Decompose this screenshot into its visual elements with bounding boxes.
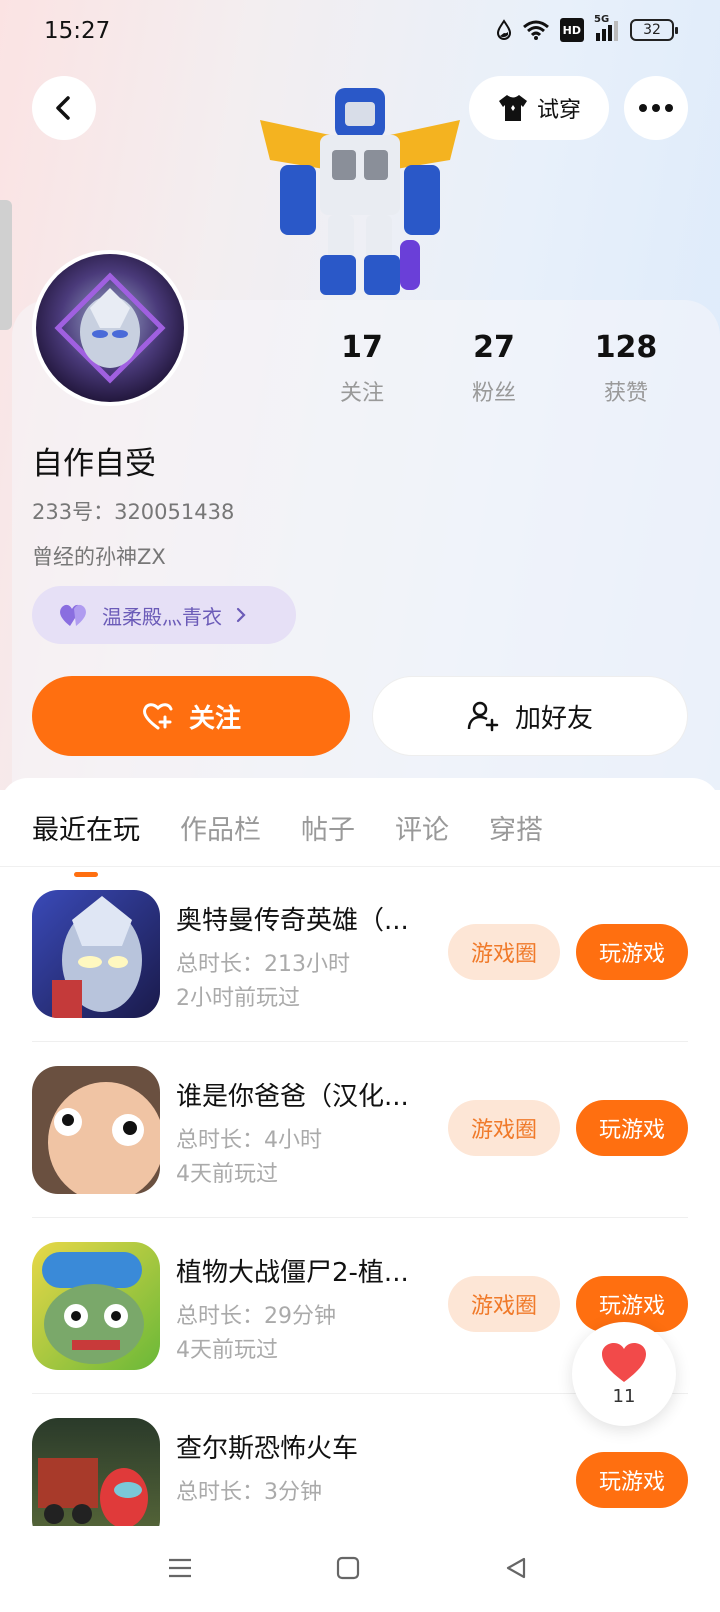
battery-level: 32: [643, 22, 661, 38]
hd-badge: HD: [559, 18, 584, 42]
game-row[interactable]: 奥特曼传奇英雄（... 总时长：213小时 2小时前玩过 游戏圈 玩游戏: [0, 866, 720, 1042]
follow-label: 关注: [188, 703, 241, 734]
tab-comments-label: 评论: [395, 815, 449, 846]
status-icons: HD 5G 32: [496, 14, 678, 42]
stat-fans-value: 27: [473, 330, 515, 365]
game-duration: 总时长：3分钟: [176, 1480, 322, 1505]
game-duration: 总时长：4小时: [176, 1128, 322, 1153]
game-last-played: 4天前玩过: [176, 1338, 278, 1363]
menu-icon[interactable]: [160, 1548, 200, 1588]
tab-outfits-label: 穿搭: [489, 815, 543, 846]
heart-icon: [602, 1342, 646, 1382]
stat-following[interactable]: 17 关注: [312, 330, 412, 407]
add-user-icon: [467, 701, 499, 732]
stat-following-label: 关注: [339, 381, 384, 406]
status-bar: 15:27 HD 5G 32: [0, 0, 720, 64]
battery-indicator: 32: [630, 19, 678, 41]
tab-works-label: 作品栏: [180, 815, 261, 846]
signal-icon: 5G: [594, 14, 620, 42]
back-arrow-icon: [56, 96, 70, 120]
avatar-image: [36, 254, 184, 402]
system-nav-bar: [0, 1526, 720, 1612]
relation-label: 温柔殿灬青衣: [102, 604, 222, 629]
avatar-outfit-figure: [250, 80, 470, 302]
game-duration: 总时长：213小时: [176, 952, 350, 977]
game-circle-button[interactable]: 游戏圈: [448, 924, 560, 980]
game-last-played: 4天前玩过: [176, 1162, 278, 1187]
play-game-button[interactable]: 玩游戏: [576, 1100, 688, 1156]
game-icon-pvz2: [32, 1242, 160, 1370]
add-friend-label: 加好友: [514, 703, 593, 734]
game-row[interactable]: 谁是你爸爸（汉化... 总时长：4小时 4天前玩过 游戏圈 玩游戏: [0, 1042, 720, 1218]
try-on-label: 试穿: [536, 98, 581, 123]
tab-comments[interactable]: 评论: [395, 808, 449, 847]
tab-works[interactable]: 作品栏: [180, 808, 261, 847]
game-title: 查尔斯恐怖火车: [176, 1434, 359, 1464]
tab-posts-label: 帖子: [301, 815, 355, 846]
like-count: 11: [612, 1385, 636, 1407]
tab-posts[interactable]: 帖子: [301, 808, 355, 847]
heart-plus-icon: [143, 703, 173, 730]
username: 自作自受: [32, 446, 156, 482]
game-title: 谁是你爸爸（汉化...: [176, 1082, 409, 1112]
tshirt-icon: [498, 95, 527, 121]
tab-outfits[interactable]: 穿搭: [489, 808, 543, 847]
drop-icon: [496, 18, 512, 42]
add-friend-button[interactable]: 加好友: [372, 676, 688, 756]
game-duration: 总时长：29分钟: [176, 1304, 336, 1329]
floating-like-button[interactable]: 11: [572, 1322, 676, 1426]
stat-fans-label: 粉丝: [471, 381, 516, 406]
status-time: 15:27: [44, 18, 111, 44]
home-icon[interactable]: [328, 1548, 368, 1588]
game-circle-button[interactable]: 游戏圈: [448, 1276, 560, 1332]
more-options-button[interactable]: [624, 76, 688, 140]
stat-following-value: 17: [341, 330, 383, 365]
play-game-button[interactable]: 玩游戏: [576, 1452, 688, 1508]
side-drawer-handle[interactable]: [0, 200, 12, 330]
follow-button[interactable]: 关注: [32, 676, 350, 756]
relation-pill[interactable]: 温柔殿灬青衣: [32, 586, 296, 644]
more-dots-icon: [639, 104, 673, 112]
network-type: 5G: [594, 14, 610, 25]
chevron-right-icon: [236, 607, 246, 623]
tab-recent-label: 最近在玩: [32, 815, 140, 846]
back-button[interactable]: [32, 76, 96, 140]
wifi-icon: [522, 18, 550, 42]
stat-likes-label: 获赞: [603, 381, 648, 406]
avatar[interactable]: [32, 250, 188, 406]
game-circle-button[interactable]: 游戏圈: [448, 1100, 560, 1156]
back-nav-icon[interactable]: [496, 1548, 536, 1588]
user-id: 233号：320051438: [32, 500, 235, 524]
user-bio: 曾经的孙神ZX: [32, 545, 166, 569]
play-game-button[interactable]: 玩游戏: [576, 924, 688, 980]
stat-fans[interactable]: 27 粉丝: [444, 330, 544, 407]
game-icon-whos-your-daddy: [32, 1066, 160, 1194]
game-last-played: 2小时前玩过: [176, 986, 300, 1011]
game-title: 奥特曼传奇英雄（...: [176, 906, 409, 936]
game-icon-ultraman: [32, 890, 160, 1018]
game-icon-choo-choo-charles: [32, 1418, 160, 1538]
game-title: 植物大战僵尸2-植...: [176, 1258, 409, 1288]
stat-likes[interactable]: 128 获赞: [576, 330, 676, 407]
try-on-button[interactable]: 试穿: [469, 76, 609, 140]
stat-likes-value: 128: [594, 330, 658, 365]
tab-bar: 最近在玩 作品栏 帖子 评论 穿搭: [32, 808, 583, 877]
tab-recent[interactable]: 最近在玩: [32, 808, 140, 877]
purple-heart-icon: [60, 604, 86, 626]
